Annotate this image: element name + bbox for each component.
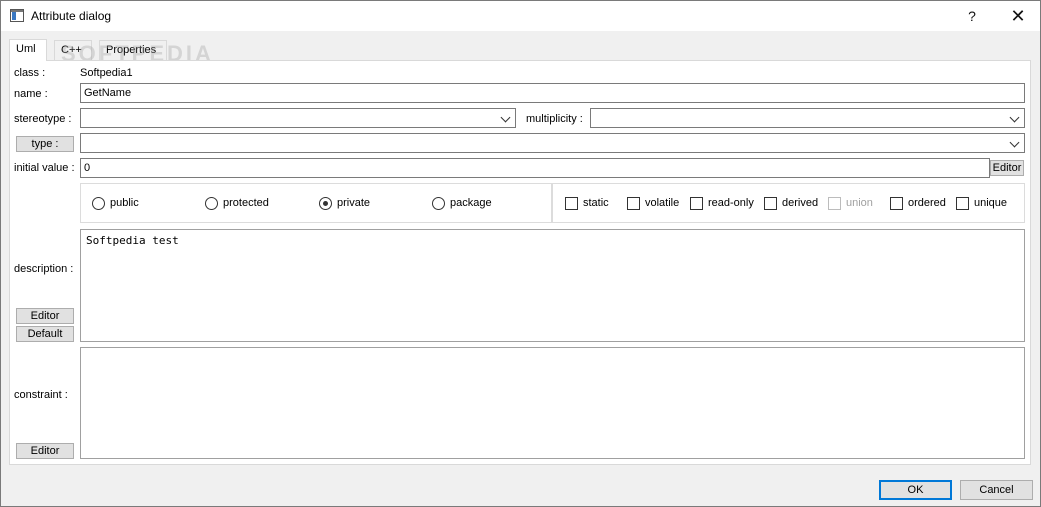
help-button[interactable]: ?: [949, 1, 995, 31]
close-button[interactable]: ✕: [995, 1, 1041, 31]
checkbox-unique-label: unique: [974, 197, 1008, 209]
name-label: name :: [14, 88, 48, 100]
description-label: description :: [14, 263, 74, 275]
type-combo[interactable]: [80, 133, 1025, 153]
visibility-group: public protected private package: [80, 183, 552, 223]
radio-private[interactable]: [319, 197, 332, 210]
cancel-button[interactable]: Cancel: [960, 480, 1033, 500]
type-button[interactable]: type :: [16, 136, 74, 152]
name-input[interactable]: GetName: [80, 83, 1025, 103]
checkbox-static[interactable]: [565, 197, 578, 210]
stereotype-label: stereotype :: [14, 113, 72, 125]
attribute-dialog-window: Attribute dialog ? ✕ Uml C++ Properties …: [0, 0, 1041, 507]
checkbox-static-label: static: [583, 197, 609, 209]
radio-public[interactable]: [92, 197, 105, 210]
multiplicity-label: multiplicity :: [526, 113, 583, 125]
radio-protected[interactable]: [205, 197, 218, 210]
description-textarea[interactable]: Softpedia test: [80, 229, 1025, 342]
initial-value-editor-button[interactable]: Editor: [990, 160, 1024, 176]
checkbox-volatile-label: volatile: [645, 197, 680, 209]
radio-public-label: public: [110, 197, 139, 209]
description-editor-button[interactable]: Editor: [16, 308, 74, 324]
chevron-down-icon: [1009, 112, 1020, 123]
ok-button[interactable]: OK: [879, 480, 952, 500]
constraint-label: constraint :: [14, 389, 68, 401]
radio-package-label: package: [450, 197, 492, 209]
chevron-down-icon: [500, 112, 511, 123]
checkbox-read-only[interactable]: [690, 197, 703, 210]
chevron-down-icon: [1009, 137, 1020, 148]
initial-value-input[interactable]: 0: [80, 158, 990, 178]
app-window-icon: [10, 9, 24, 22]
modifiers-group: static volatile read-only derived union …: [552, 183, 1025, 223]
checkbox-union-label: union: [846, 197, 873, 209]
radio-package[interactable]: [432, 197, 445, 210]
title-bar: Attribute dialog ? ✕: [1, 1, 1040, 31]
checkbox-ordered[interactable]: [890, 197, 903, 210]
checkbox-unique[interactable]: [956, 197, 969, 210]
initial-value-label: initial value :: [14, 162, 75, 174]
checkbox-derived[interactable]: [764, 197, 777, 210]
radio-private-label: private: [337, 197, 371, 209]
class-label: class :: [14, 67, 46, 79]
tab-uml[interactable]: Uml: [9, 39, 47, 61]
window-title: Attribute dialog: [31, 9, 112, 23]
description-default-button[interactable]: Default: [16, 326, 74, 342]
constraint-textarea[interactable]: [80, 347, 1025, 459]
checkbox-derived-label: derived: [782, 197, 819, 209]
class-value: Softpedia1: [80, 67, 133, 79]
uml-tab-panel: class : Softpedia1 name : GetName stereo…: [9, 60, 1031, 465]
stereotype-combo[interactable]: [80, 108, 516, 128]
checkbox-read-only-label: read-only: [708, 197, 754, 209]
checkbox-union: [828, 197, 841, 210]
radio-protected-label: protected: [223, 197, 269, 209]
checkbox-volatile[interactable]: [627, 197, 640, 210]
multiplicity-combo[interactable]: [590, 108, 1025, 128]
checkbox-ordered-label: ordered: [908, 197, 946, 209]
constraint-editor-button[interactable]: Editor: [16, 443, 74, 459]
